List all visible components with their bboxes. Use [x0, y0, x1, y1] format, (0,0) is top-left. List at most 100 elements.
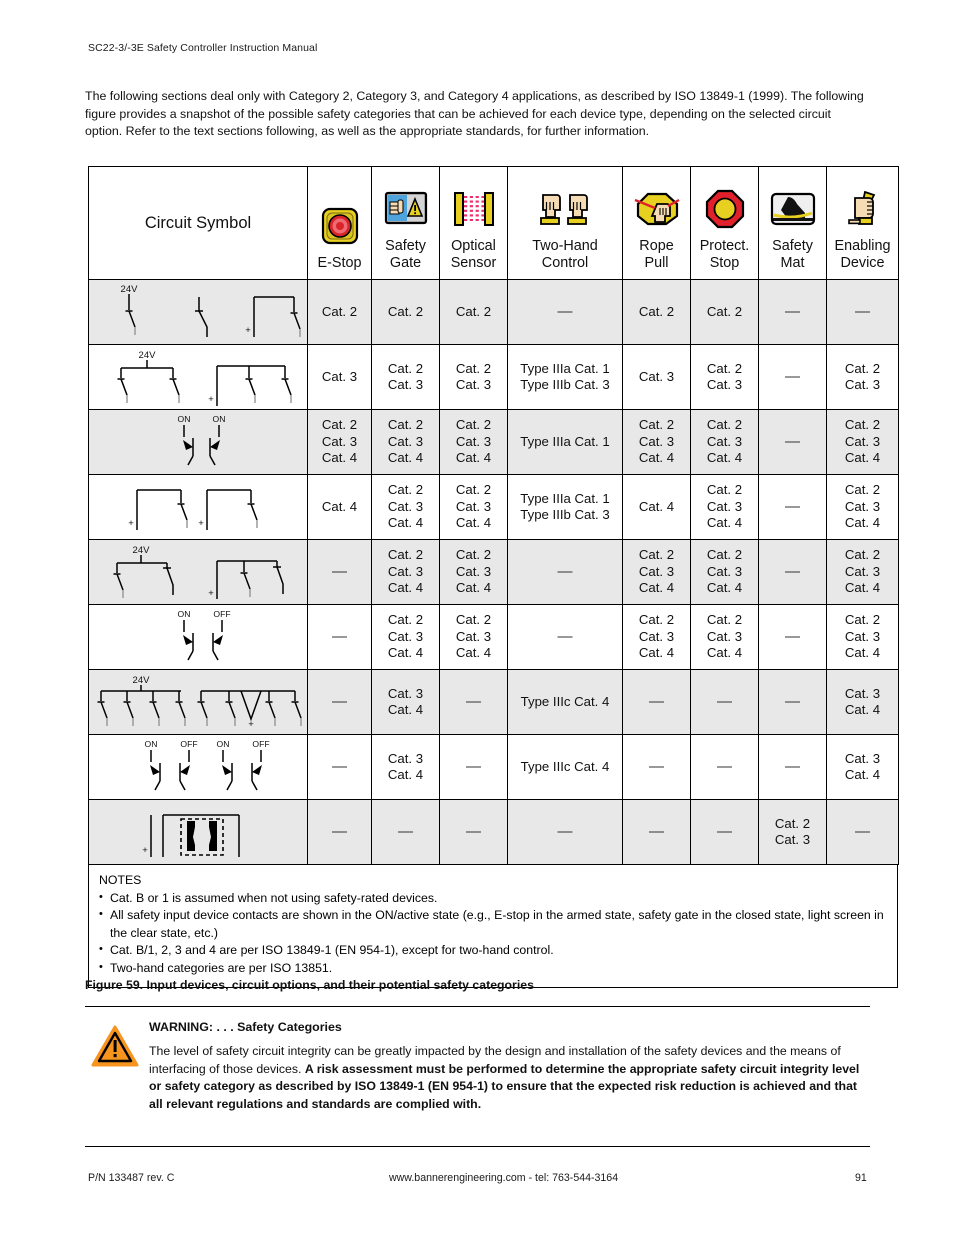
category-value: Cat. 3 — [387, 628, 424, 644]
notes-list: Cat. B or 1 is assumed when not using sa… — [99, 889, 887, 978]
warning-body: WARNING: . . . Safety Categories The lev… — [149, 1020, 867, 1113]
divider-bottom — [85, 1146, 870, 1147]
column-header-e-stop: E-Stop — [307, 166, 372, 280]
no-rating-dash: — — [308, 758, 371, 775]
category-value: — — [785, 497, 800, 515]
no-rating-dash: — — [440, 823, 507, 840]
circuit-diagram-dual-nc-24v: 24V + — [88, 539, 308, 605]
no-rating-dash: — — [759, 563, 826, 580]
category-value: Cat. 3 — [638, 433, 675, 449]
note-item: Two-hand categories are per ISO 13851. — [99, 959, 887, 978]
svg-text:+: + — [245, 325, 251, 336]
category-value: — — [557, 822, 573, 840]
circuit-symbol-header: Circuit Symbol — [88, 166, 308, 280]
category-values: Cat. 2 Cat. 3 Cat. 4 — [691, 482, 758, 531]
category-value: Cat. 4 — [455, 580, 492, 596]
rope-pull-icon — [623, 180, 690, 238]
category-value: — — [785, 757, 800, 775]
warning-triangle-icon — [91, 1024, 139, 1068]
no-rating-dash: — — [691, 823, 758, 840]
category-cell: Type IIIa Cat. 1 — [507, 409, 623, 475]
category-value: Cat. 4 — [387, 767, 424, 782]
category-value: Cat. 3 — [706, 628, 743, 644]
category-values: Cat. 2 Cat. 3 — [372, 361, 439, 394]
category-value: Cat. 4 — [387, 645, 424, 661]
category-values: Cat. 3 — [623, 369, 690, 385]
category-values: Cat. 2 Cat. 3 Cat. 4 — [827, 547, 898, 596]
category-values: Cat. 2 Cat. 3 Cat. 4 — [623, 612, 690, 661]
category-value: Cat. 4 — [844, 580, 881, 596]
category-cell: — — [826, 799, 899, 865]
category-value: Type IIIa Cat. 1 — [520, 433, 610, 449]
category-value: Cat. 2 — [638, 303, 675, 319]
category-value: Cat. 3 — [706, 433, 743, 449]
category-value: — — [466, 757, 481, 775]
category-cell: Cat. 2 Cat. 3 — [371, 344, 440, 410]
category-value: Cat. 3 — [455, 498, 492, 514]
category-value: Cat. 4 — [638, 645, 675, 661]
column-header-label: Enabling Device — [834, 238, 891, 271]
category-cell: Cat. 4 — [307, 474, 372, 540]
category-values: Cat. 4 — [623, 499, 690, 515]
category-cell: Type IIIc Cat. 4 — [507, 669, 623, 735]
category-cell: — — [690, 669, 759, 735]
category-values: Cat. 2 — [440, 304, 507, 320]
circuit-diagram-dual-contact-24v: 24V + — [88, 344, 308, 410]
no-rating-dash: — — [691, 693, 758, 710]
category-cell: — — [758, 669, 827, 735]
category-value: Cat. 2 — [844, 612, 881, 628]
svg-text:ON: ON — [178, 609, 191, 619]
category-cell: — — [758, 604, 827, 670]
category-cell: — — [439, 799, 508, 865]
no-rating-dash: — — [827, 303, 898, 320]
circuit-diagram-ossd-on-off-on-off: ON OFF ON OFF — [88, 734, 308, 800]
no-rating-dash: — — [759, 693, 826, 710]
no-rating-dash: — — [759, 433, 826, 450]
category-value: Cat. 4 — [387, 702, 424, 717]
column-header-label: E-Stop — [317, 254, 362, 271]
category-values: Cat. 3 — [308, 369, 371, 385]
svg-text:+: + — [248, 719, 254, 730]
category-value: Cat. 3 — [638, 628, 675, 644]
category-values: Cat. 2 Cat. 3 Cat. 4 — [440, 482, 507, 531]
category-values: Cat. 3 Cat. 4 — [827, 751, 898, 784]
category-value: — — [717, 757, 732, 775]
category-value: Cat. 3 — [844, 563, 881, 579]
category-value: Cat. 3 — [706, 377, 743, 392]
column-header-label: Optical Sensor — [450, 238, 497, 271]
category-cell: Cat. 3 — [307, 344, 372, 410]
footer-contact: www.bannerengineering.com - tel: 763-544… — [389, 1172, 619, 1184]
category-value: Cat. 4 — [455, 645, 492, 661]
safety-gate-icon — [372, 180, 439, 238]
no-rating-dash: — — [623, 822, 690, 840]
category-values: Cat. 2 Cat. 3 Cat. 4 — [827, 482, 898, 531]
svg-text:24V: 24V — [133, 545, 151, 556]
no-rating-dash: — — [308, 628, 371, 645]
category-values: Type IIIc Cat. 4 — [508, 694, 622, 710]
category-value: — — [466, 692, 481, 710]
svg-text:OFF: OFF — [213, 609, 230, 619]
warning-text: The level of safety circuit integrity ca… — [149, 1043, 867, 1113]
category-values: Cat. 2 Cat. 3 — [440, 361, 507, 394]
category-cell: — — [758, 344, 827, 410]
category-value: Cat. 2 — [638, 417, 675, 433]
category-values: Cat. 2 Cat. 3 Cat. 4 — [372, 612, 439, 661]
category-value: Cat. 3 — [387, 563, 424, 579]
category-value: Cat. 3 — [638, 368, 675, 384]
column-header-two-hand-control: Two-Hand Control — [507, 166, 623, 280]
category-value: — — [649, 822, 664, 840]
svg-text:ON: ON — [213, 414, 226, 424]
category-value: Cat. 3 — [706, 498, 743, 514]
category-value: Cat. 2 — [387, 482, 424, 498]
footer-page-number: 91 — [855, 1172, 867, 1184]
category-cell: Cat. 2 Cat. 3 — [439, 344, 508, 410]
figure-caption: Figure 59. Input devices, circuit option… — [85, 978, 534, 992]
protective-stop-icon — [691, 180, 758, 238]
category-value: Cat. 3 — [387, 750, 424, 766]
circuit-diagram-four-contact-24v: 24V + — [88, 669, 308, 735]
category-value: Cat. 2 — [844, 482, 881, 498]
column-header-label: Safety Gate — [385, 238, 426, 271]
category-value: Cat. 4 — [321, 498, 358, 514]
safety-mat-icon — [759, 180, 826, 238]
category-cell: Cat. 2 Cat. 3 — [758, 799, 827, 865]
